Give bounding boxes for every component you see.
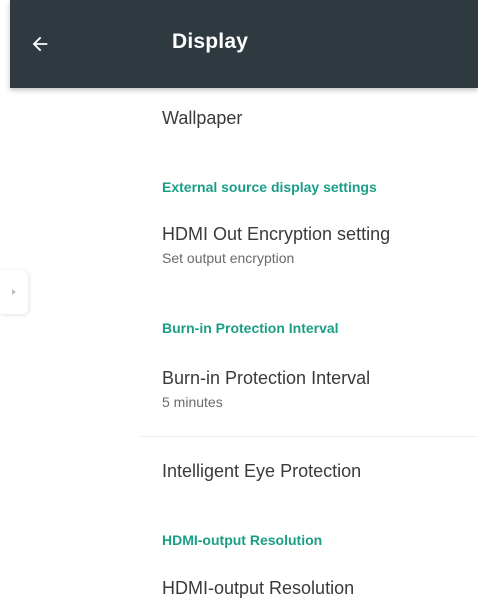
chevron-right-icon — [12, 289, 16, 295]
eye-protection-title: Intelligent Eye Protection — [162, 461, 362, 481]
hdmi-encryption-summary: Set output encryption — [162, 250, 295, 266]
section-header-external-source: External source display settings — [162, 179, 377, 195]
hdmi-resolution-item[interactable]: HDMI-output Resolution — [162, 578, 478, 599]
wallpaper-title: Wallpaper — [162, 108, 243, 128]
wallpaper-item[interactable]: Wallpaper — [162, 108, 478, 129]
page-title: Display — [172, 30, 249, 53]
display-settings-screen: Display Wallpaper External source displa… — [0, 0, 478, 612]
burn-in-interval-title: Burn-in Protection Interval — [162, 368, 371, 388]
side-panel-handle[interactable] — [0, 270, 28, 314]
hdmi-encryption-title: HDMI Out Encryption setting — [162, 224, 391, 244]
hdmi-encryption-item[interactable]: HDMI Out Encryption setting Set output e… — [162, 224, 478, 266]
back-button[interactable] — [20, 24, 60, 64]
section-header-burn-in: Burn-in Protection Interval — [162, 320, 339, 336]
app-bar: Display — [10, 0, 478, 88]
burn-in-interval-item[interactable]: Burn-in Protection Interval 5 minutes — [162, 368, 478, 410]
arrow-back-icon — [32, 36, 48, 52]
burn-in-interval-summary: 5 minutes — [162, 394, 223, 410]
section-header-hdmi-resolution: HDMI-output Resolution — [162, 532, 323, 548]
eye-protection-item[interactable]: Intelligent Eye Protection — [162, 461, 478, 482]
hdmi-resolution-title: HDMI-output Resolution — [162, 578, 355, 598]
list-divider — [140, 436, 478, 437]
